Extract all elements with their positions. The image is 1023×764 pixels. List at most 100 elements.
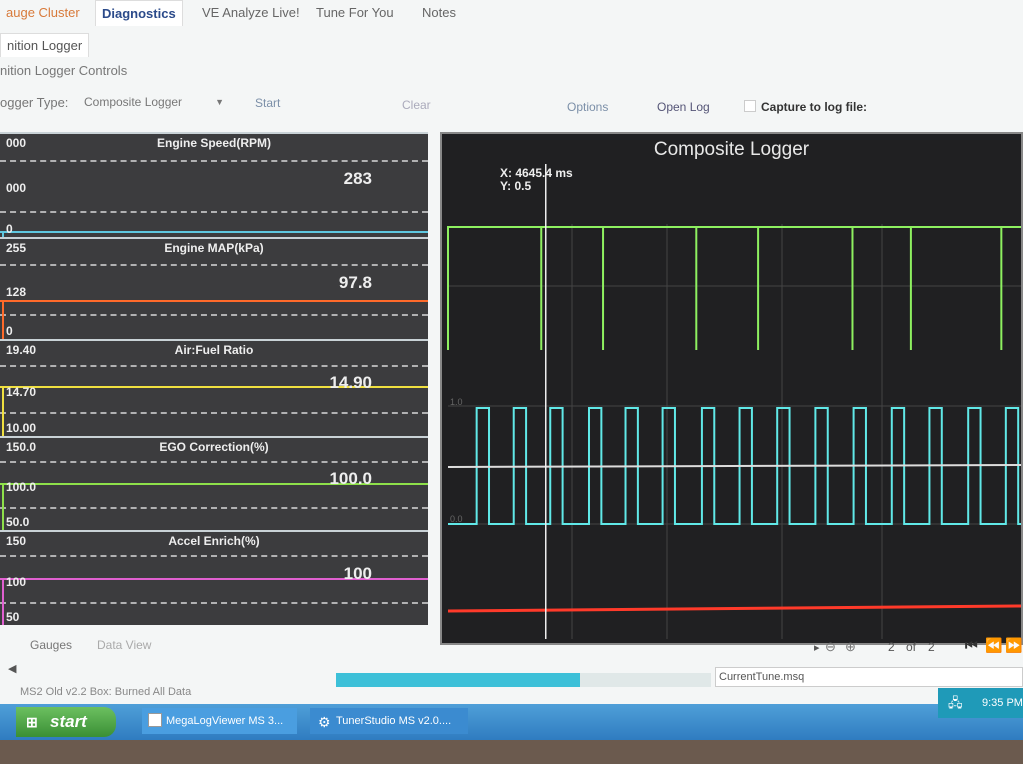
value-trace-edge bbox=[2, 483, 4, 530]
monitor-bezel bbox=[0, 740, 1023, 764]
taskbar-item-label: MegaLogViewer MS 3... bbox=[166, 715, 284, 727]
gauge-title: Engine MAP(kPa) bbox=[164, 241, 264, 255]
windows-logo-icon: ⊞ bbox=[26, 714, 38, 730]
gridline bbox=[0, 555, 428, 558]
system-tray: 🖧 9:35 PM bbox=[938, 688, 1023, 718]
gridline bbox=[0, 364, 428, 367]
gauge-max: 19.40 bbox=[6, 343, 37, 357]
value-trace bbox=[0, 300, 428, 302]
tab-notes[interactable]: Notes bbox=[416, 0, 462, 26]
gauge-value: 100.0 bbox=[329, 469, 372, 489]
gauge-title: Engine Speed(RPM) bbox=[156, 136, 271, 150]
capture-label: Capture to log file: bbox=[761, 100, 867, 114]
logger-type-label: ogger Type: bbox=[0, 95, 69, 110]
gridline bbox=[0, 461, 428, 463]
tab-ve-analyze[interactable]: VE Analyze Live! bbox=[196, 0, 306, 26]
tab-gauges[interactable]: Gauges bbox=[30, 638, 72, 652]
value-trace bbox=[0, 231, 428, 233]
app-icon: ⚙ bbox=[318, 714, 331, 730]
taskbar: ⊞ start MegaLogViewer MS 3... ⚙ TunerStudi… bbox=[0, 688, 1023, 740]
logger-type-select[interactable]: Composite Logger ▼ bbox=[80, 91, 230, 113]
start-label: start bbox=[50, 712, 87, 731]
gauge-max: 000 bbox=[6, 136, 27, 150]
gauge-value: 283 bbox=[343, 169, 372, 189]
clear-button[interactable]: Clear bbox=[402, 98, 431, 112]
tab-data-view[interactable]: Data View bbox=[97, 638, 151, 652]
open-log-button[interactable]: Open Log bbox=[657, 100, 710, 114]
forward-icon[interactable]: ⏩ bbox=[1005, 637, 1022, 654]
gauge-min: 0 bbox=[6, 222, 13, 236]
tab-gauge-cluster[interactable]: auge Cluster bbox=[0, 0, 86, 26]
gridline bbox=[0, 211, 428, 214]
taskbar-item-tunerstudio[interactable]: ⚙ TunerStudio MS v2.0.... bbox=[310, 708, 468, 734]
options-button[interactable]: Options bbox=[567, 100, 608, 114]
gauge-panel: Engine Speed(RPM) 000 000 0 283 Engine M… bbox=[0, 132, 428, 625]
value-trace-edge bbox=[2, 578, 4, 625]
gauge-3: EGO Correction(%) 150.0 100.0 50.0 100.0 bbox=[0, 436, 428, 530]
gauge-title: Accel Enrich(%) bbox=[168, 534, 260, 548]
gauge-min: 10.00 bbox=[6, 421, 37, 435]
first-page-icon[interactable]: ⏮ bbox=[965, 637, 978, 654]
gauge-max: 255 bbox=[6, 241, 27, 255]
gauge-max: 150 bbox=[6, 534, 27, 548]
gridline bbox=[0, 159, 428, 162]
gauge-mid: 14.70 bbox=[6, 384, 37, 399]
taskbar-item-megalogviewer[interactable]: MegaLogViewer MS 3... bbox=[142, 708, 297, 734]
composite-logger-chart[interactable]: Composite Logger X: 4645.4 ms Y: 0.5 1.0… bbox=[440, 132, 1023, 645]
start-button[interactable]: Start bbox=[255, 96, 280, 110]
page-total: 2 bbox=[928, 640, 935, 654]
trigger-series bbox=[447, 226, 1021, 350]
tab-ignition-logger[interactable]: nition Logger bbox=[0, 33, 90, 57]
gauge-value: 100 bbox=[343, 563, 372, 583]
gridline bbox=[0, 314, 428, 316]
clock: 9:35 PM bbox=[982, 697, 1023, 709]
gauge-value: 14.90 bbox=[329, 373, 372, 393]
gauge-title: EGO Correction(%) bbox=[159, 440, 269, 454]
value-trace-edge bbox=[2, 300, 4, 339]
gauge-max: 150.0 bbox=[6, 440, 37, 454]
gauge-0: Engine Speed(RPM) 000 000 0 283 bbox=[0, 132, 428, 237]
start-button[interactable]: ⊞ start bbox=[16, 707, 116, 737]
gauge-4: Accel Enrich(%) 150 100 50 100 bbox=[0, 530, 428, 625]
gauge-min: 50.0 bbox=[6, 515, 30, 529]
rewind-icon[interactable]: ⏪ bbox=[985, 637, 1002, 654]
gauge-min: 50 bbox=[6, 610, 20, 624]
taskbar-item-label: TunerStudio MS v2.0.... bbox=[336, 715, 452, 727]
plot-area: 1.0 0.0 bbox=[447, 164, 1021, 639]
gauge-min: 0 bbox=[6, 324, 13, 338]
gridline bbox=[0, 412, 428, 415]
gauge-mid: 100.0 bbox=[6, 480, 37, 495]
gauge-title: Air:Fuel Ratio bbox=[174, 343, 254, 357]
zoom-out-icon[interactable]: ⊖ bbox=[825, 639, 836, 655]
scroll-left-icon[interactable]: ◀ bbox=[8, 662, 16, 675]
page-number: 2 bbox=[888, 640, 895, 654]
lane-label-low: 0.0 bbox=[450, 514, 463, 524]
logger-type-value: Composite Logger bbox=[84, 95, 183, 109]
app-icon bbox=[148, 713, 162, 727]
gridline bbox=[0, 601, 428, 604]
midline bbox=[447, 464, 1021, 468]
controls-title: nition Logger Controls bbox=[0, 63, 128, 78]
progress-bar bbox=[336, 673, 711, 687]
tab-diagnostics[interactable]: Diagnostics bbox=[95, 0, 183, 26]
gridline bbox=[0, 507, 428, 509]
lane-label-high: 1.0 bbox=[450, 397, 463, 407]
zoom-in-icon[interactable]: ⊕ bbox=[845, 639, 856, 655]
capture-checkbox[interactable] bbox=[744, 100, 756, 112]
sync-series bbox=[447, 604, 1021, 613]
gridline bbox=[0, 264, 428, 266]
network-icon[interactable]: 🖧 bbox=[948, 688, 963, 718]
value-trace-edge bbox=[2, 386, 4, 436]
gauge-value: 97.8 bbox=[338, 273, 372, 292]
gauge-1: Engine MAP(kPa) 255 128 0 97.8 bbox=[0, 237, 428, 339]
tab-tune-for-you[interactable]: Tune For You bbox=[310, 0, 400, 26]
tune-file-field: CurrentTune.msq bbox=[715, 667, 1023, 687]
play-icon[interactable]: ▸ bbox=[814, 641, 820, 654]
chevron-down-icon: ▼ bbox=[215, 97, 224, 107]
status-text: MS2 Old v2.2 Box: Burned All Data bbox=[20, 686, 192, 698]
gauge-mid: 000 bbox=[6, 181, 27, 196]
gauge-mid: 100 bbox=[6, 574, 27, 589]
progress-fill bbox=[336, 673, 580, 687]
gauge-2: Air:Fuel Ratio 19.40 14.70 10.00 14.90 bbox=[0, 339, 428, 436]
page-of: of bbox=[906, 640, 917, 654]
